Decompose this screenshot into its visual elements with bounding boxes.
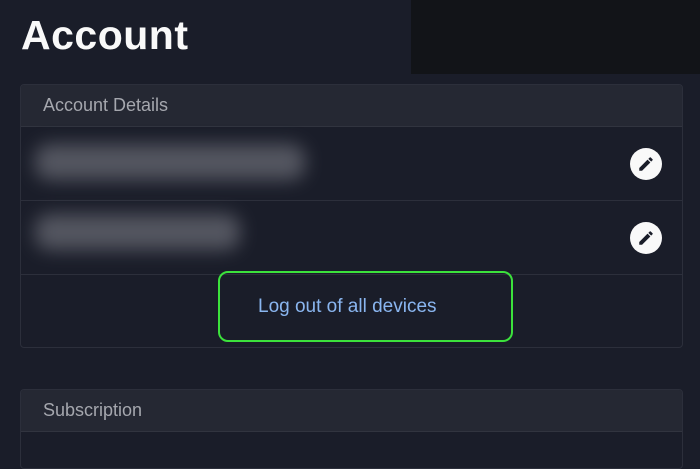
pencil-icon — [639, 231, 653, 245]
logout-highlight: Log out of all devices — [218, 271, 513, 342]
edit-email-button[interactable] — [630, 148, 662, 180]
page-title: Account — [21, 12, 189, 58]
subscription-card: Subscription — [20, 389, 683, 469]
account-details-card: Account Details Log out of all devices — [20, 84, 683, 348]
redacted-password — [35, 214, 240, 250]
account-email-row — [21, 127, 682, 201]
subscription-header: Subscription — [21, 390, 682, 432]
redacted-area — [411, 0, 700, 74]
account-details-header: Account Details — [21, 85, 682, 127]
edit-password-button[interactable] — [630, 222, 662, 254]
account-password-row — [21, 201, 682, 275]
redacted-email — [35, 144, 305, 180]
pencil-icon — [639, 157, 653, 171]
logout-all-devices-link[interactable]: Log out of all devices — [258, 296, 437, 318]
